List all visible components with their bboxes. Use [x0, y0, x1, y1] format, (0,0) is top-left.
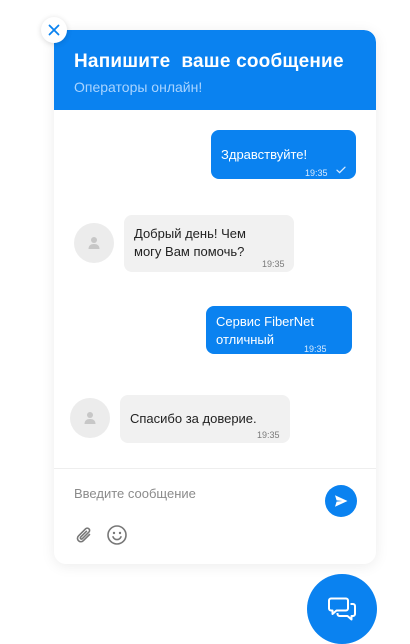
message-text: Добрый день! Чем могу Вам помочь? — [134, 226, 246, 259]
chat-widget: Напишите ваше сообщение Операторы онлайн… — [54, 30, 376, 564]
user-icon — [88, 237, 100, 249]
message-time: 19:35 — [257, 430, 280, 440]
chat-bubbles-icon — [328, 597, 356, 621]
chat-title: Напишите ваше сообщение — [74, 51, 344, 72]
message-time: 19:35 — [262, 259, 285, 269]
send-button[interactable] — [325, 485, 357, 517]
chat-header: Напишите ваше сообщение Операторы онлайн… — [54, 30, 376, 110]
avatar — [70, 398, 110, 438]
operators-status: Операторы онлайн! — [74, 79, 203, 95]
message-outgoing: Здравствуйте! 19:35 — [211, 130, 356, 179]
message-incoming: Спасибо за доверие. 19:35 — [120, 395, 290, 443]
send-icon — [335, 495, 348, 507]
smiley-icon — [107, 525, 127, 545]
close-icon — [48, 24, 60, 36]
message-time: 19:35 — [304, 344, 327, 354]
emoji-button[interactable] — [106, 524, 128, 546]
message-text: Спасибо за доверие. — [130, 411, 257, 426]
message-outgoing: Сервис FiberNet отличный 19:35 — [206, 306, 352, 354]
message-time: 19:35 — [305, 168, 328, 178]
message-incoming: Добрый день! Чем могу Вам помочь? 19:35 — [124, 215, 294, 272]
message-text: Здравствуйте! — [221, 147, 308, 162]
message-composer — [54, 468, 376, 564]
message-input[interactable] — [74, 483, 314, 503]
paperclip-icon — [76, 527, 91, 543]
attach-button[interactable] — [74, 525, 96, 547]
check-icon — [336, 166, 346, 174]
chat-launcher-button[interactable] — [307, 574, 377, 644]
avatar — [74, 223, 114, 263]
user-icon — [84, 412, 96, 424]
message-list: Здравствуйте! 19:35 Добрый день! Чем мог… — [54, 110, 376, 468]
close-button[interactable] — [41, 17, 67, 43]
